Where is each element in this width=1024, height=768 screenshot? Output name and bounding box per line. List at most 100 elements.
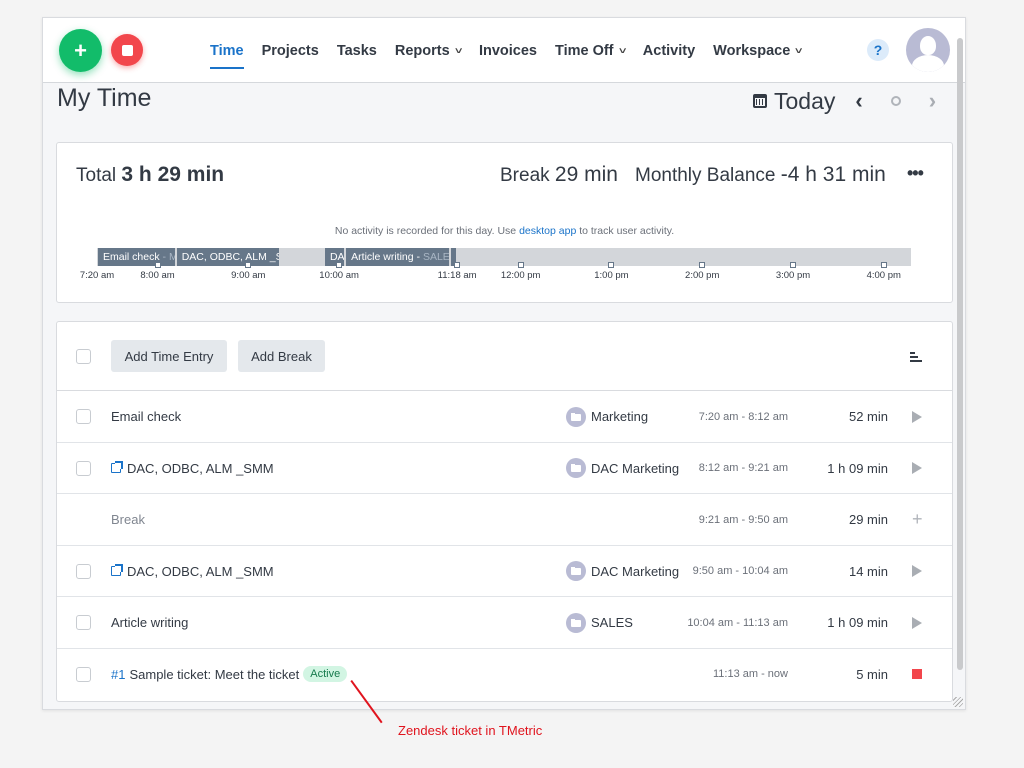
- monthly-balance: Monthly Balance -4 h 31 min: [635, 163, 886, 186]
- select-all-checkbox[interactable]: [76, 349, 91, 364]
- page-title: My Time: [57, 84, 152, 112]
- go-today-button[interactable]: [890, 96, 901, 106]
- entry-time-range[interactable]: 9:50 am - 10:04 am: [693, 546, 788, 597]
- nav-workspace[interactable]: Workspace ˅: [713, 18, 802, 83]
- nav-reports[interactable]: Reports ˅: [395, 18, 462, 83]
- next-day-button[interactable]: ›: [929, 88, 936, 114]
- entry-description[interactable]: DAC, ODBC, ALM _SMM: [111, 546, 274, 597]
- chevron-down-icon: ˅: [618, 45, 626, 56]
- entry-duration[interactable]: 29 min: [849, 494, 888, 545]
- date-label[interactable]: Today: [774, 88, 835, 115]
- entry-duration[interactable]: 52 min: [849, 391, 888, 442]
- timeline-tick: [699, 262, 706, 268]
- prev-day-button[interactable]: ‹: [855, 88, 862, 114]
- nav-invoices[interactable]: Invoices: [479, 18, 537, 83]
- calendar-icon[interactable]: [753, 94, 767, 108]
- entry-project[interactable]: DAC Marketing: [566, 546, 679, 597]
- row-checkbox[interactable]: [76, 563, 91, 579]
- more-options-icon[interactable]: •••: [907, 163, 924, 184]
- add-break-button[interactable]: Add Break: [238, 340, 325, 372]
- play-icon: [912, 565, 922, 577]
- timeline-hour-label: 8:00 am: [140, 270, 175, 281]
- external-link-icon[interactable]: [111, 461, 123, 473]
- time-entry-row[interactable]: DAC, ODBC, ALM _SMM DAC Marketing 9:50 am …: [57, 546, 952, 597]
- stop-icon: [912, 669, 922, 679]
- play-icon: [912, 410, 922, 423]
- entry-time-range[interactable]: 9:21 am - 9:50 am: [699, 494, 788, 545]
- nav-projects[interactable]: Projects: [262, 18, 319, 83]
- timeline-segment[interactable]: Email check - M: [98, 248, 175, 266]
- nav-time[interactable]: Time: [210, 18, 244, 83]
- date-navigator: Today ‹ ›: [753, 86, 936, 116]
- start-timer-button[interactable]: [912, 597, 922, 648]
- add-time-entry-fab[interactable]: +: [59, 29, 102, 72]
- entry-duration[interactable]: 5 min: [856, 649, 888, 700]
- vertical-scrollbar[interactable]: [957, 38, 963, 670]
- timeline-tick: [154, 262, 161, 268]
- break-total: Break 29 min: [500, 163, 618, 186]
- start-timer-button[interactable]: [912, 443, 922, 494]
- day-timeline: Email check - MDAC, ODBC, ALM _SMDAArtic…: [97, 248, 911, 268]
- play-icon: [912, 616, 922, 629]
- entry-project[interactable]: SALES: [566, 597, 633, 648]
- start-timer-button[interactable]: [912, 546, 922, 597]
- timeline-tick: [245, 262, 252, 268]
- nav-tasks[interactable]: Tasks: [337, 18, 377, 83]
- plus-icon: +: [74, 37, 87, 63]
- ticket-id-link[interactable]: #1: [111, 667, 125, 682]
- entry-time-range[interactable]: 7:20 am - 8:12 am: [699, 391, 788, 442]
- timeline-tick: [454, 262, 461, 268]
- nav-time-off[interactable]: Time Off ˅: [555, 18, 626, 83]
- row-checkbox[interactable]: [76, 409, 91, 424]
- row-checkbox[interactable]: [76, 460, 91, 476]
- entry-description[interactable]: Email check: [111, 391, 181, 442]
- entry-time-range[interactable]: 8:12 am - 9:21 am: [699, 443, 788, 494]
- balance-value: -4 h 31 min: [780, 163, 886, 186]
- no-activity-message: No activity is recorded for this day. Us…: [334, 225, 675, 237]
- entry-project[interactable]: DAC Marketing: [566, 443, 679, 494]
- stop-timer-button[interactable]: [912, 649, 922, 700]
- total-time: Total 3 h 29 min: [76, 163, 225, 186]
- time-entry-row[interactable]: Article writing SALES 10:04 am - 11:13 am 1…: [57, 597, 952, 649]
- add-entry-in-gap-button[interactable]: +: [912, 494, 923, 545]
- entry-time-range[interactable]: 11:13 am - now: [713, 649, 788, 700]
- external-link-icon[interactable]: [111, 564, 123, 576]
- row-checkbox[interactable]: [76, 615, 91, 630]
- timeline-hour-label: 4:00 pm: [866, 270, 901, 281]
- timeline-segment[interactable]: Article writing - SALE: [346, 248, 449, 266]
- entry-description[interactable]: DAC, ODBC, ALM _SMM: [111, 443, 274, 494]
- entry-time-range[interactable]: 10:04 am - 11:13 am: [687, 597, 788, 648]
- chevron-down-icon: ˅: [454, 45, 462, 56]
- time-entry-row[interactable]: DAC, ODBC, ALM _SMM DAC Marketing 8:12 am …: [57, 443, 952, 494]
- entry-duration[interactable]: 14 min: [849, 546, 888, 597]
- sort-icon[interactable]: [910, 352, 922, 362]
- timeline-segment[interactable]: DAC, ODBC, ALM _SM: [176, 248, 280, 266]
- time-entry-row[interactable]: Email check Marketing 7:20 am - 8:12 am 52 …: [57, 391, 952, 443]
- status-badge: Active: [303, 666, 348, 682]
- timeline-tick: [517, 262, 524, 268]
- timeline-hour-label: 1:00 pm: [594, 270, 629, 281]
- time-entry-row[interactable]: #1 Sample ticket: Meet the ticket Active 11…: [57, 649, 952, 701]
- list-toolbar: Add Time Entry Add Break: [57, 322, 952, 391]
- timeline-hour-label: 2:00 pm: [685, 270, 720, 281]
- main-nav: Time Projects Tasks Reports ˅ Invoices Time Of…: [210, 18, 820, 83]
- nav-activity[interactable]: Activity: [643, 18, 695, 83]
- desktop-app-link[interactable]: desktop app: [519, 225, 576, 237]
- timeline-tick: [608, 262, 615, 268]
- entry-project[interactable]: Marketing: [566, 391, 648, 442]
- break-row[interactable]: Break 9:21 am - 9:50 am 29 min +: [57, 494, 952, 546]
- help-button[interactable]: ?: [867, 39, 889, 61]
- entry-description[interactable]: Break: [111, 494, 145, 545]
- entry-duration[interactable]: 1 h 09 min: [827, 597, 888, 648]
- resize-handle[interactable]: [953, 697, 963, 707]
- row-checkbox[interactable]: [76, 666, 91, 682]
- add-time-entry-button[interactable]: Add Time Entry: [111, 340, 227, 372]
- stop-timer-fab[interactable]: [111, 34, 143, 66]
- entry-duration[interactable]: 1 h 09 min: [827, 443, 888, 494]
- timeline-hour-label: 9:00 am: [231, 270, 266, 281]
- entry-description[interactable]: Article writing: [111, 597, 188, 648]
- start-timer-button[interactable]: [912, 391, 922, 442]
- user-avatar[interactable]: [906, 28, 950, 72]
- timeline-tick: [336, 262, 343, 268]
- entry-description[interactable]: #1 Sample ticket: Meet the ticket Active: [111, 649, 348, 700]
